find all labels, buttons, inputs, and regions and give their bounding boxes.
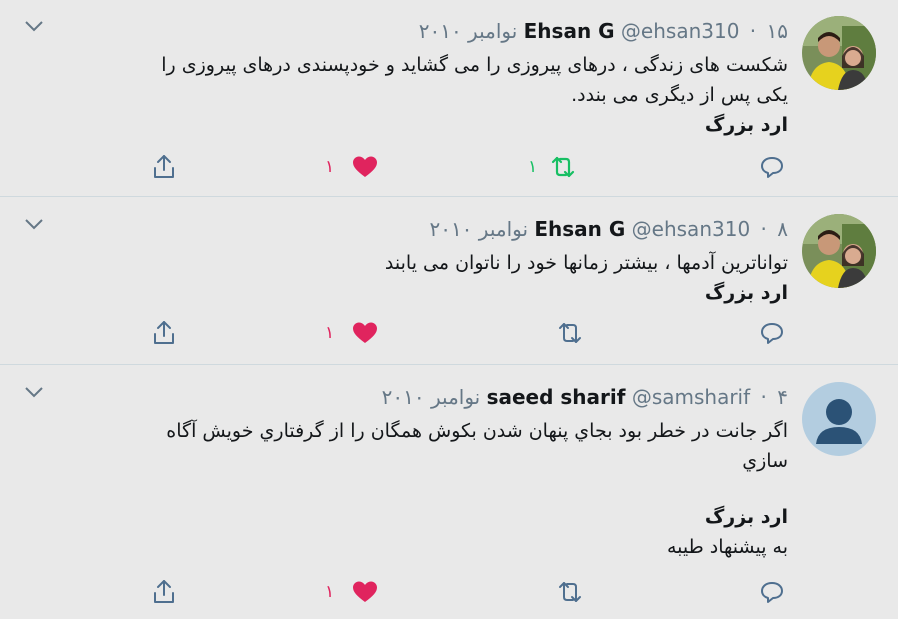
tweet-text: اگر جانت در خطر بود بجاي پنهان شدن بکوش …: [18, 416, 788, 562]
retweet-icon: [552, 156, 575, 178]
like-count: ۱: [325, 157, 335, 177]
user-handle[interactable]: @samsharif: [632, 385, 750, 409]
tweet-text-line: تواناترین آدمها ، بیشتر زمانها خود را نا…: [384, 252, 788, 274]
tweet-extra-text: به پیشنهاد طیبه: [666, 536, 788, 558]
like-count: ۱: [325, 323, 335, 343]
chevron-down-icon[interactable]: [24, 216, 44, 230]
share-icon: [154, 580, 174, 603]
retweet-icon: [559, 323, 581, 343]
separator-dot: ·: [760, 217, 767, 241]
avatar[interactable]: [802, 382, 876, 456]
user-handle[interactable]: @ehsan310: [632, 217, 751, 241]
retweet-count: ۱: [528, 157, 538, 177]
retweet-button[interactable]: [556, 575, 584, 609]
heart-icon: [353, 156, 378, 177]
tweet-card[interactable]: Ehsan G @ehsan310 · ۸ نوامبر ۲۰۱۰ توانات…: [0, 198, 898, 365]
tweet-signature: ارد بزرگ: [704, 282, 788, 304]
avatar[interactable]: [802, 16, 876, 90]
tweet-signature: ارد بزرگ: [704, 114, 788, 136]
reply-icon: [761, 582, 783, 603]
tweet-header: Ehsan G @ehsan310 · ۸ نوامبر ۲۰۱۰: [429, 214, 788, 244]
tweet-header: saeed sharif @samsharif · ۴ نوامبر ۲۰۱۰: [382, 382, 788, 412]
tweet-text-line: اگر جانت در خطر بود بجاي پنهان شدن بکوش …: [166, 420, 788, 442]
tweet-header: Ehsan G @ehsan310 · ۱۵ نوامبر ۲۰۱۰: [419, 16, 788, 46]
share-icon: [154, 155, 174, 178]
separator-dot: ·: [749, 19, 757, 43]
tweet-actions: ۱: [0, 575, 898, 609]
tweet-actions: ۱ ۱: [0, 150, 898, 184]
retweet-icon: [559, 582, 581, 602]
reply-button[interactable]: [760, 150, 784, 184]
like-button[interactable]: ۱: [325, 150, 378, 184]
separator-dot: ·: [760, 385, 767, 409]
avatar[interactable]: [802, 214, 876, 288]
retweet-button[interactable]: [556, 316, 584, 350]
display-name[interactable]: Ehsan G: [534, 217, 625, 241]
tweet-text: شکست های زندگی ، درهای پیروزی را می گشای…: [18, 50, 788, 140]
tweet-signature: ارد بزرگ: [704, 506, 788, 528]
tweet-text-line: یکی پس از دیگری می بندد.: [571, 84, 788, 106]
reply-button[interactable]: [760, 316, 784, 350]
chevron-down-icon[interactable]: [24, 384, 44, 398]
tweet-text: تواناترین آدمها ، بیشتر زمانها خود را نا…: [18, 248, 788, 308]
like-count: ۱: [325, 582, 335, 602]
reply-icon: [761, 157, 783, 178]
chevron-down-icon[interactable]: [24, 18, 44, 32]
tweet-actions: ۱: [0, 316, 898, 350]
share-button[interactable]: [152, 316, 176, 350]
reply-button[interactable]: [760, 575, 784, 609]
share-icon: [154, 321, 174, 344]
heart-icon: [353, 581, 378, 602]
share-button[interactable]: [152, 150, 176, 184]
tweet-text-line: سازي: [742, 450, 788, 472]
display-name[interactable]: Ehsan G: [524, 19, 615, 43]
like-button[interactable]: ۱: [325, 316, 378, 350]
reply-icon: [761, 323, 783, 344]
tweet-card[interactable]: saeed sharif @samsharif · ۴ نوامبر ۲۰۱۰ …: [0, 366, 898, 619]
tweet-card[interactable]: Ehsan G @ehsan310 · ۱۵ نوامبر ۲۰۱۰ شکست …: [0, 0, 898, 197]
user-handle[interactable]: @ehsan310: [621, 19, 740, 43]
display-name[interactable]: saeed sharif: [487, 385, 626, 409]
heart-icon: [353, 322, 378, 343]
share-button[interactable]: [152, 575, 176, 609]
tweet-text-line: شکست های زندگی ، درهای پیروزی را می گشای…: [161, 54, 788, 76]
retweet-button[interactable]: ۱: [528, 150, 577, 184]
like-button[interactable]: ۱: [325, 575, 378, 609]
